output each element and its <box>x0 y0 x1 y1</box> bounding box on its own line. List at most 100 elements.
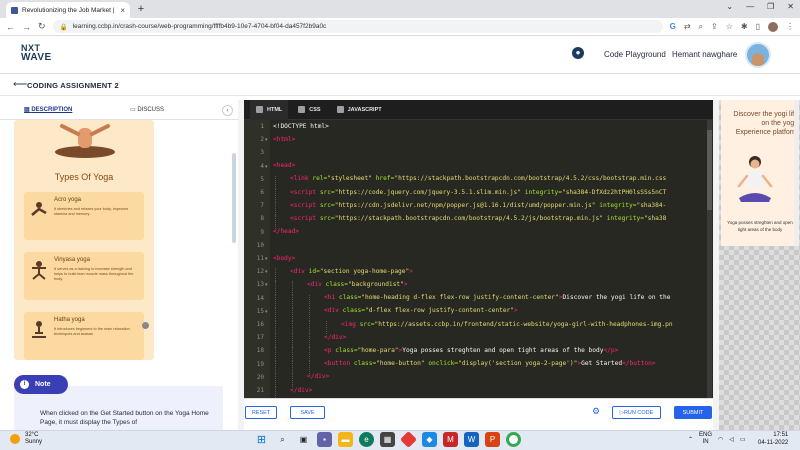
close-tab-icon[interactable]: × <box>120 6 125 15</box>
browser-tab[interactable]: Revolutionizing the Job Market | × <box>6 2 130 18</box>
reload-icon[interactable]: ↻ <box>38 21 46 32</box>
back-icon[interactable]: ← <box>6 22 15 32</box>
collapse-panel-icon[interactable]: ‹ <box>222 105 233 116</box>
tab-discuss[interactable]: ▭ DISCUSS <box>130 106 164 113</box>
menu-kebab-icon[interactable]: ⋮ <box>786 22 794 31</box>
file-explorer-icon[interactable]: ▬ <box>338 432 353 447</box>
line-number: 10 <box>256 241 264 249</box>
tab-html-label: HTML <box>267 106 283 113</box>
tab-html[interactable]: HTML <box>250 99 289 120</box>
url-field[interactable]: 🔒 learning.ccbp.in/crash-course/web-prog… <box>52 20 663 33</box>
avatar[interactable] <box>745 42 771 68</box>
google-icon[interactable]: G <box>670 22 676 31</box>
code-token: integrity= <box>599 201 637 209</box>
fold-icon[interactable]: ▾ <box>265 282 268 288</box>
windows-start-icon[interactable]: ⊞ <box>254 432 269 447</box>
preview-scrollbar[interactable] <box>794 100 799 246</box>
code-line: <div id="section yoga-home-page"> <box>290 268 413 275</box>
code-token: href= <box>375 175 395 183</box>
code-token: "https://assets.ccbp.in/frontend/static-… <box>374 320 673 328</box>
minimize-icon[interactable]: — <box>746 2 754 11</box>
run-code-button[interactable]: ▷ RUN CODE <box>612 406 661 419</box>
code-token: rel= <box>312 175 328 183</box>
code-token: Yoga posses streghten and open tight are… <box>402 346 604 354</box>
nxtwave-logo[interactable]: NXT WAVE <box>21 44 52 63</box>
browser-tab-title: Revolutionizing the Job Market | <box>22 6 115 14</box>
search-icon[interactable]: ⌕ <box>275 432 290 447</box>
editor-scroll-thumb[interactable] <box>707 130 712 210</box>
temperature: 32°C <box>25 432 39 438</box>
mcafee-icon[interactable]: M <box>443 432 458 447</box>
code-token: <body> <box>273 254 296 262</box>
tab-css-label: CSS <box>309 106 321 113</box>
indent-guide <box>292 307 293 321</box>
word-icon[interactable]: W <box>464 432 479 447</box>
editor-tabs: HTML CSS JAVASCRIPT <box>244 99 713 120</box>
note-badge: i Note <box>14 375 68 394</box>
indent-guide <box>292 360 293 374</box>
clock[interactable]: 17:51 04-11-2022 <box>758 432 788 447</box>
zoom-icon[interactable]: ⌕ <box>699 22 703 32</box>
tab-description[interactable]: ▤ DESCRIPTION <box>24 106 72 113</box>
bookmark-star-icon[interactable]: ☆ <box>726 22 733 31</box>
fold-icon[interactable]: ▾ <box>265 164 268 170</box>
left-panel-scrollbar[interactable] <box>232 153 236 243</box>
fold-icon[interactable]: ▾ <box>265 269 268 275</box>
editor-scrollbar[interactable] <box>707 120 712 398</box>
back-arrow-icon[interactable]: ⟵ <box>13 79 27 90</box>
close-window-icon[interactable]: ✕ <box>787 2 794 11</box>
teams-icon[interactable]: ▪ <box>317 432 332 447</box>
chrome-icon[interactable] <box>506 432 521 447</box>
code-line: <h1 class="home-heading d-flex flex-row … <box>324 294 670 301</box>
submit-button[interactable]: SUBMIT <box>674 406 712 419</box>
code-token: src= <box>319 214 335 222</box>
app-red-icon[interactable] <box>400 431 417 448</box>
run-code-label: RUN CODE <box>623 409 654 416</box>
app-blue-icon[interactable]: ◆ <box>422 432 437 447</box>
translate-icon[interactable]: ⇄ <box>684 22 691 31</box>
wifi-icon[interactable]: ◠ <box>718 436 723 443</box>
maximize-icon[interactable]: ❐ <box>767 2 774 11</box>
code-editor[interactable]: 1 <!DOCTYPE html> 2 ▾ <html> 3 4 ▾ <head> 5 <link … <box>244 120 713 398</box>
sidepanel-icon[interactable]: ▯ <box>756 22 760 31</box>
tab-javascript[interactable]: JAVASCRIPT <box>331 100 388 120</box>
tab-description-label: DESCRIPTION <box>31 107 73 113</box>
edge-icon[interactable]: e <box>359 432 374 447</box>
fold-icon[interactable]: ▾ <box>265 309 268 315</box>
new-tab-button[interactable]: + <box>134 2 148 16</box>
indent-guide <box>326 321 327 335</box>
volume-icon[interactable]: ◁ <box>729 436 734 443</box>
tray-chevron-icon[interactable]: ⌃ <box>688 436 693 443</box>
profile-icon[interactable] <box>768 21 778 32</box>
user-name[interactable]: Hemant nawghare <box>672 50 737 59</box>
language-indicator[interactable]: ENG IN <box>699 432 712 446</box>
tab-search-icon[interactable]: ⌄ <box>726 2 733 11</box>
forward-icon[interactable]: → <box>22 22 31 32</box>
gear-icon[interactable]: ⚙ <box>592 406 600 417</box>
code-playground-link[interactable]: Code Playground <box>604 50 666 59</box>
code-token: "https://cdn.jsdelivr.net/npm/popper.js@… <box>334 201 600 209</box>
battery-icon[interactable]: ▭ <box>740 436 746 443</box>
extensions-icon[interactable]: ✱ <box>741 22 748 31</box>
code-token: > <box>514 307 518 315</box>
fold-icon[interactable]: ▾ <box>265 137 268 143</box>
reset-button[interactable]: RESET <box>245 406 277 419</box>
code-token: <link <box>290 175 313 183</box>
store-icon[interactable]: ▦ <box>380 432 395 447</box>
image-drag-handle[interactable] <box>142 322 149 329</box>
weather-widget[interactable]: 32°C Sunny <box>10 432 42 446</box>
powerpoint-icon[interactable]: P <box>485 432 500 447</box>
note-text: When clicked on the Get Started button o… <box>40 409 210 427</box>
yoga-item-name: Hatha yoga <box>54 317 85 323</box>
line-number: 17 <box>256 334 264 342</box>
tab-css[interactable]: CSS <box>292 100 326 120</box>
theme-bulb-icon[interactable]: ● <box>572 47 584 59</box>
line-number: 3 <box>260 149 264 157</box>
fold-icon[interactable]: ▾ <box>265 256 268 262</box>
share-icon[interactable]: ⇪ <box>711 22 718 31</box>
task-view-icon[interactable]: ▣ <box>296 432 311 447</box>
code-token: Discover the yogi life on the <box>562 294 671 302</box>
save-button[interactable]: SAVE <box>290 406 325 419</box>
code-token: src= <box>319 188 335 196</box>
code-line: <button class="home-button" onclick="dis… <box>324 360 656 367</box>
